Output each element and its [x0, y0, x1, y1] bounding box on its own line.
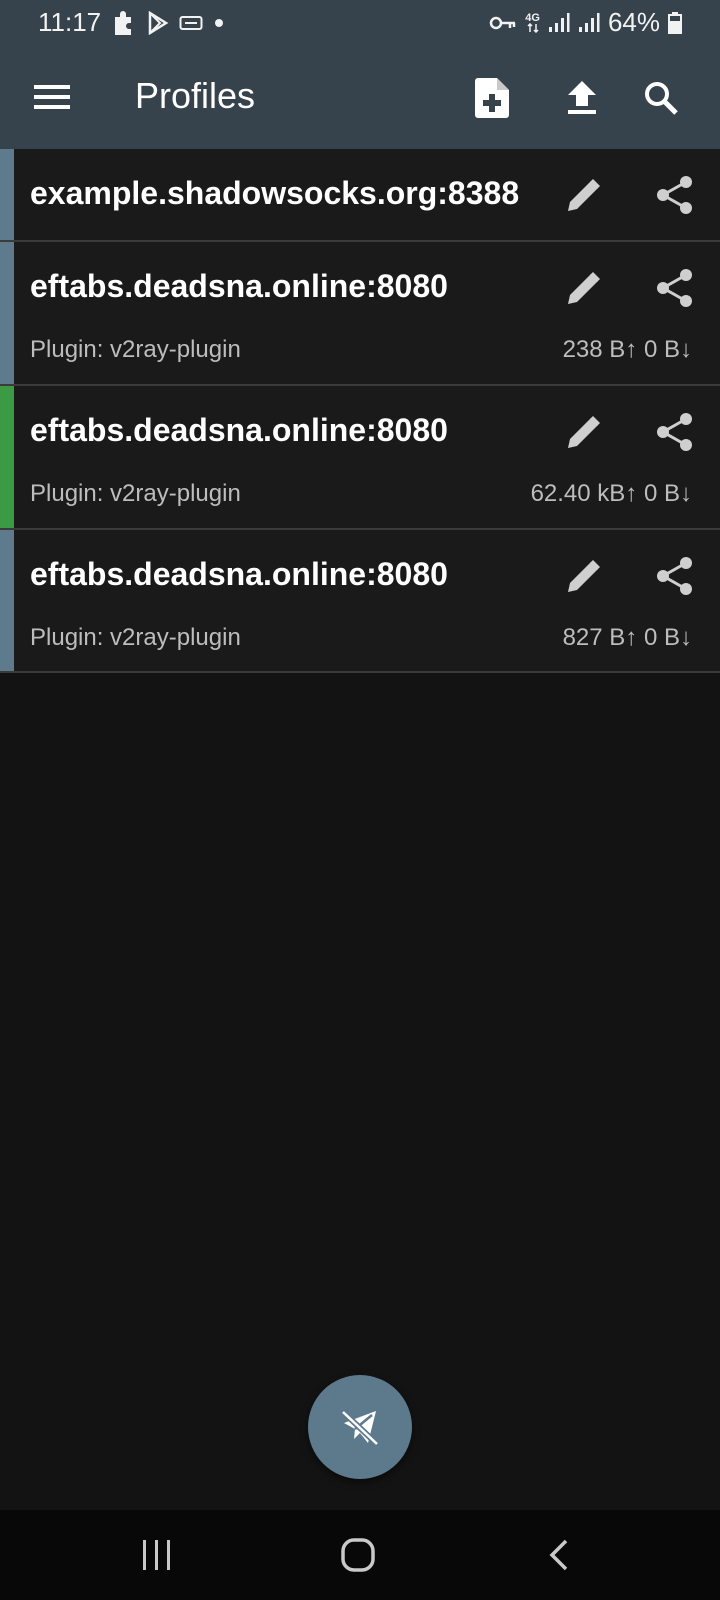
- import-button[interactable]: [557, 73, 607, 123]
- app-bar: Profiles: [0, 45, 720, 149]
- profile-status-stripe: [0, 242, 14, 384]
- add-profile-button[interactable]: [467, 73, 517, 123]
- profile-card[interactable]: eftabs.deadsna.online:8080 Plugin: v2ray…: [0, 530, 720, 673]
- share-icon: [657, 413, 692, 451]
- pencil-icon: [568, 416, 600, 448]
- puzzle-icon: [111, 9, 137, 37]
- profile-name: eftabs.deadsna.online:8080: [30, 556, 448, 592]
- upload-icon: [568, 81, 596, 114]
- system-nav-bar: [0, 1510, 720, 1600]
- plugin-label: Plugin: v2ray-plugin: [30, 480, 241, 507]
- profile-status-stripe: [0, 149, 14, 240]
- plane-off-icon: [339, 1408, 381, 1448]
- pencil-icon: [568, 179, 600, 211]
- connect-fab[interactable]: [308, 1375, 412, 1479]
- vpn-card-icon: [179, 15, 203, 31]
- status-time: 11:17: [38, 7, 102, 37]
- edit-button[interactable]: [560, 264, 608, 312]
- search-icon: [645, 82, 678, 115]
- plugin-label: Plugin: v2ray-plugin: [30, 336, 241, 363]
- profile-list: example.shadowsocks.org:8388 eftabs.dead…: [0, 149, 720, 673]
- share-icon: [657, 176, 692, 214]
- page-title: Profiles: [135, 75, 256, 116]
- pencil-icon: [568, 560, 600, 592]
- profile-name: eftabs.deadsna.online:8080: [30, 268, 448, 304]
- recents-icon: [143, 1540, 170, 1570]
- recents-button[interactable]: [127, 1530, 187, 1580]
- battery-icon: [668, 11, 682, 34]
- notification-dot-icon: [213, 17, 225, 29]
- share-button[interactable]: [651, 171, 699, 219]
- edit-button[interactable]: [560, 408, 608, 456]
- status-bar: 11:17 4G 64%: [0, 0, 720, 45]
- home-icon: [341, 1538, 375, 1572]
- screen: 11:17 4G 64% Profiles example.shadowsock…: [0, 0, 720, 1600]
- share-icon: [657, 269, 692, 307]
- share-button[interactable]: [651, 552, 699, 600]
- home-button[interactable]: [328, 1530, 388, 1580]
- file-add-icon: [475, 78, 509, 118]
- traffic-stats: 827 B↑ 0 B↓: [562, 624, 692, 651]
- share-icon: [657, 557, 692, 595]
- menu-button[interactable]: [30, 75, 74, 119]
- back-button[interactable]: [529, 1530, 589, 1580]
- share-button[interactable]: [651, 264, 699, 312]
- traffic-stats: 238 B↑ 0 B↓: [562, 336, 692, 363]
- edit-button[interactable]: [560, 552, 608, 600]
- vpn-key-icon: [489, 14, 517, 32]
- menu-icon: [34, 85, 70, 109]
- signal-icon: [548, 12, 570, 34]
- profile-name: eftabs.deadsna.online:8080: [30, 412, 448, 448]
- network-type: 4G: [525, 12, 540, 33]
- battery-percent: 64%: [607, 7, 660, 37]
- profile-status-stripe: [0, 530, 14, 671]
- profile-name: example.shadowsocks.org:8388: [30, 175, 520, 211]
- edit-button[interactable]: [560, 171, 608, 219]
- signal-icon: [578, 12, 600, 34]
- pencil-icon: [568, 272, 600, 304]
- traffic-stats: 62.40 kB↑ 0 B↓: [530, 480, 692, 507]
- share-button[interactable]: [651, 408, 699, 456]
- back-icon: [549, 1539, 568, 1571]
- profile-card[interactable]: example.shadowsocks.org:8388: [0, 149, 720, 242]
- search-button[interactable]: [636, 73, 686, 123]
- profile-card-active[interactable]: eftabs.deadsna.online:8080 Plugin: v2ray…: [0, 386, 720, 530]
- play-store-icon: [147, 10, 169, 35]
- profile-status-stripe: [0, 386, 14, 528]
- profile-card[interactable]: eftabs.deadsna.online:8080 Plugin: v2ray…: [0, 242, 720, 386]
- plugin-label: Plugin: v2ray-plugin: [30, 624, 241, 651]
